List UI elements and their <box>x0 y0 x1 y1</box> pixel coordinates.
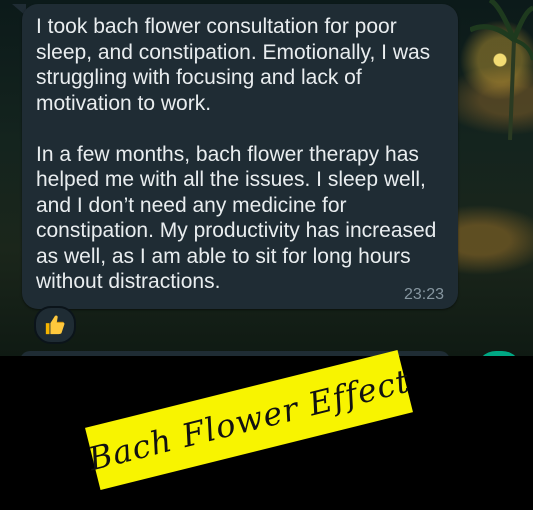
reaction-badge[interactable] <box>34 306 76 344</box>
palm-tree-decoration <box>470 0 533 140</box>
message-text: I took bach flower consultation for poor… <box>36 15 437 293</box>
thumbs-up-icon <box>45 315 65 335</box>
message-timestamp: 23:23 <box>404 286 445 303</box>
